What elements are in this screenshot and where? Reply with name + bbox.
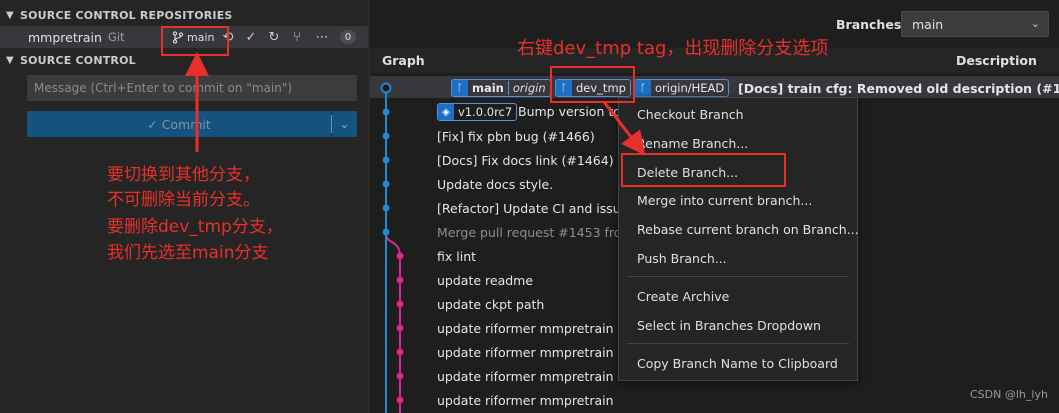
watermark: CSDN @lh_lyh [970,388,1048,401]
annotation-arrow-down [602,101,646,156]
annotation-top-note: 右键dev_tmp tag，出现删除分支选项 [517,38,829,59]
annotation-left-note-line: 要删除dev_tmp分支， [107,217,283,237]
annotation-left-note-line: 要切换到其他分支， [107,165,260,185]
annotation-left-note-line: 我们先选至main分支 [107,243,269,263]
annotation-left-note-line: 不可删除当前分支。 [107,190,260,210]
